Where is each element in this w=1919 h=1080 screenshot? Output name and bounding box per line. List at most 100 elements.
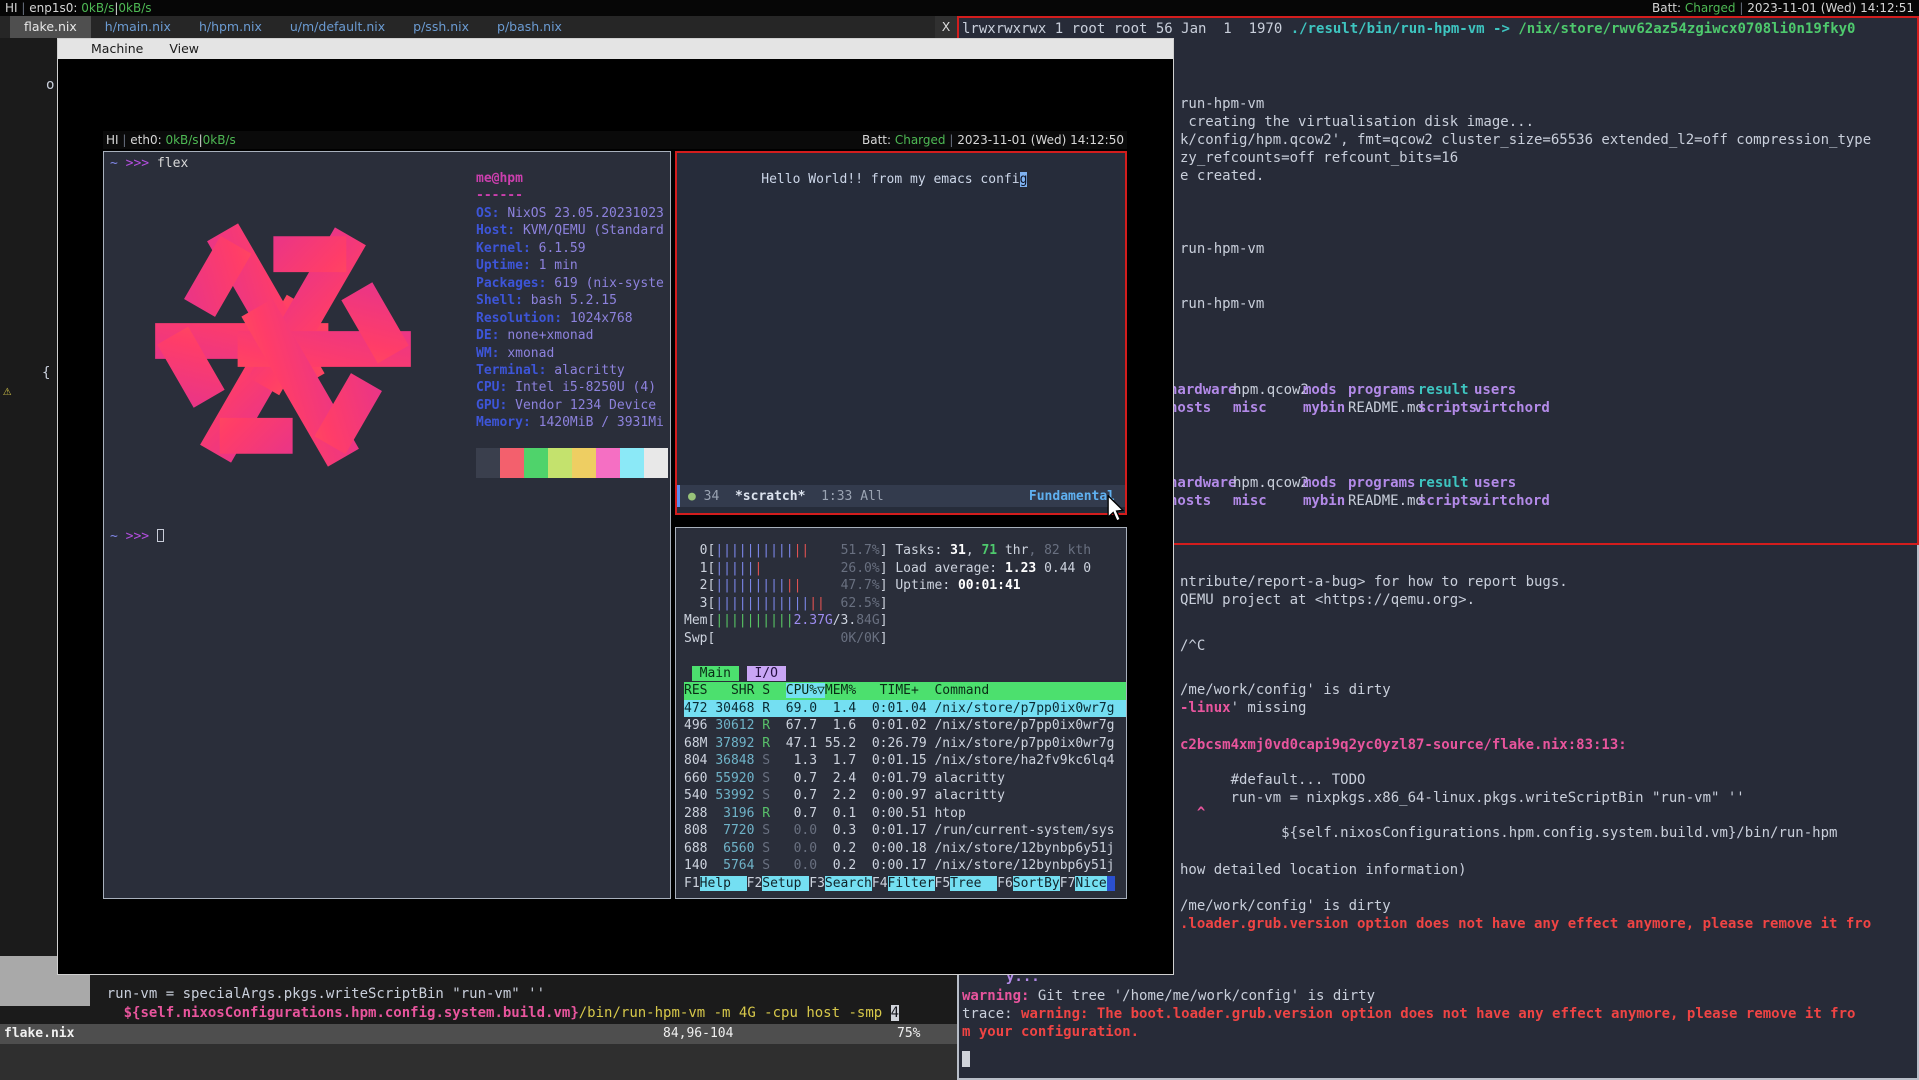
menu-item-view[interactable]: View xyxy=(169,39,199,59)
text-span: 4 xyxy=(891,1005,899,1021)
text-span: enp1s0: xyxy=(29,1,81,15)
text-span: |||||||||| xyxy=(715,613,793,628)
text-span: || xyxy=(786,578,802,593)
text-span xyxy=(73,1005,124,1021)
text-span xyxy=(801,578,840,593)
neofetch-line: Memory: 1420MiB / 3931Mi xyxy=(476,414,664,431)
text-span: R xyxy=(762,701,770,716)
menu-item-machine[interactable]: Machine xyxy=(91,39,143,59)
text-span: F3 xyxy=(809,876,825,891)
process-row[interactable]: 540 53992 S 0.7 2.2 0:00.97 alacritty xyxy=(684,787,1126,805)
text-span: 2023-11-01 (Wed) 14:12:51 xyxy=(1747,1,1914,15)
palette-swatch xyxy=(596,463,620,478)
process-row[interactable]: 288 3196 R 0.7 0.1 0:00.51 htop xyxy=(684,805,1126,823)
text-line xyxy=(684,647,1126,665)
text-span: ] xyxy=(880,543,896,558)
text-span: ||||| xyxy=(715,561,754,576)
emacs-window[interactable]: Hello World!! from my emacs config ● 34 … xyxy=(675,151,1127,515)
text-span xyxy=(739,666,747,681)
tab-p-ssh-nix[interactable]: p/ssh.nix xyxy=(399,16,483,38)
text-span: misc xyxy=(1233,493,1267,509)
text-line: hpm.qcow2 xyxy=(1233,474,1309,492)
text-span: programs xyxy=(1348,475,1415,491)
text-span: , xyxy=(966,543,982,558)
neofetch-line: ------ xyxy=(476,187,664,204)
text-span: |||||||||| xyxy=(715,543,793,558)
neofetch-line: Uptime: 1 min xyxy=(476,257,664,274)
process-row[interactable]: 808 7720 S 0.0 0.3 0:01.17 /run/current-… xyxy=(684,822,1126,840)
text-span: me@hpm xyxy=(476,171,523,186)
text-span: Batt: xyxy=(1652,1,1685,15)
text-span: Kernel: xyxy=(476,241,531,256)
text-span: run-vm = nixpkgs.x86_64-linux.pkgs.write… xyxy=(1180,790,1745,806)
text-span xyxy=(825,596,841,611)
htop-function-bar[interactable]: F1Help F2Setup F3SearchF4FilterF5Tree F6… xyxy=(684,875,1126,893)
text-span: 00:01:41 xyxy=(958,578,1021,593)
text-span: -> xyxy=(1485,21,1519,37)
desktop: HI | enp1s0: 0kB/s|0kB/s Batt: Charged |… xyxy=(0,0,1919,1080)
text-line: run-vm = nixpkgs.x86_64-linux.pkgs.write… xyxy=(1180,789,1745,807)
palette-swatch xyxy=(476,448,500,463)
text-span: hosts xyxy=(1169,493,1211,509)
htop-tabs[interactable]: Main I/O xyxy=(684,665,1126,683)
text-span: 0.0 xyxy=(794,858,817,873)
process-row[interactable]: 660 55920 S 0.7 2.4 0:01.79 alacritty xyxy=(684,770,1126,788)
text-line: hosts xyxy=(1169,399,1211,417)
text-line: warning: Git tree '/home/me/work/config'… xyxy=(962,987,1375,1005)
tab-flake-nix[interactable]: flake.nix xyxy=(10,16,91,38)
shell-prompt: ~ >>> flex xyxy=(110,155,188,172)
process-row[interactable]: 472 30468 R 69.0 1.4 0:01.04 /nix/store/… xyxy=(684,700,1126,718)
text-span: thr xyxy=(997,543,1028,558)
text-span: || xyxy=(794,543,810,558)
process-row[interactable]: 140 5764 S 0.0 0.2 0:00.17 /nix/store/12… xyxy=(684,857,1126,875)
text-line: 2[||||||||||| 47.7%] Uptime: 00:01:41 xyxy=(684,577,1126,595)
text-span: /bin/run-hpm-vm -m 4G -cpu host -smp xyxy=(579,1005,891,1021)
text-line: run-vm = specialArgs.pkgs.writeScriptBin… xyxy=(73,985,545,1003)
text-span: ~ xyxy=(110,529,118,544)
process-row[interactable]: 688 6560 S 0.0 0.2 0:00.18 /nix/store/12… xyxy=(684,840,1126,858)
modified-indicator-icon: ● xyxy=(688,489,696,504)
text-span: HI xyxy=(5,1,21,15)
emacs-modeline: ● 34 *scratch* 1:33 All Fundamental xyxy=(677,485,1125,507)
palette-swatch xyxy=(572,463,596,478)
tab-h-hpm-nix[interactable]: h/hpm.nix xyxy=(185,16,276,38)
text-span: 1.3 1.7 0:01.15 xyxy=(770,753,934,768)
text-span: /run/current-system/sys xyxy=(934,823,1114,838)
text-span: 808 xyxy=(684,823,715,838)
process-table-header[interactable]: RES SHR S CPU%▽MEM% TIME+ Command xyxy=(684,682,1126,700)
text-span: R xyxy=(762,736,770,751)
cursor-position: 84,96-104 xyxy=(663,1024,733,1044)
text-span xyxy=(809,543,840,558)
shell-prompt-empty: ~ >>> xyxy=(110,528,164,545)
text-span: 68M xyxy=(684,736,715,751)
text-span xyxy=(149,529,157,544)
tab-p-bash-nix[interactable]: p/bash.nix xyxy=(483,16,576,38)
vm-screen[interactable]: HI | eth0: 0kB/s|0kB/s Batt: Charged | 2… xyxy=(103,131,1127,899)
terminal-cursor xyxy=(157,529,164,542)
qemu-window[interactable]: Machine View HI | eth0: 0kB/s|0kB/s Batt… xyxy=(57,38,1174,975)
process-row[interactable]: 496 30612 R 67.7 1.6 0:01.02 /nix/store/… xyxy=(684,717,1126,735)
text-line: Swp[ 0K/0K] xyxy=(684,630,1126,648)
text-span: 30612 xyxy=(715,718,754,733)
qemu-menu-bar: Machine View xyxy=(58,39,1173,59)
neofetch-line: Kernel: 6.1.59 xyxy=(476,240,664,257)
text-span: how detailed location information) xyxy=(1180,862,1467,878)
htop-window[interactable]: 0[|||||||||||| 51.7%] Tasks: 31, 71 thr,… xyxy=(675,527,1127,899)
text-span: ~ xyxy=(110,156,118,171)
tab-u-m-default-nix[interactable]: u/m/default.nix xyxy=(276,16,399,38)
terminal-window[interactable]: ~ >>> flex xyxy=(103,151,671,899)
text-span: 2.37G xyxy=(794,613,833,628)
process-row[interactable]: 804 36848 S 1.3 1.7 0:01.15 /nix/store/h… xyxy=(684,752,1126,770)
text-line: k/config/hpm.qcow2', fmt=qcow2 cluster_s… xyxy=(1180,131,1871,149)
tab-close-button[interactable]: X xyxy=(935,16,957,38)
text-span: 0.7 0.1 0:00.51 xyxy=(770,806,934,821)
text-line: scripts xyxy=(1418,492,1477,510)
text-span: /nix/store/12bynbp6y51j xyxy=(934,858,1114,873)
text-span: | xyxy=(946,133,958,147)
text-span: F2 xyxy=(747,876,763,891)
text-span xyxy=(118,529,126,544)
palette-row xyxy=(476,463,676,478)
text-span: 31 xyxy=(950,543,966,558)
tab-h-main-nix[interactable]: h/main.nix xyxy=(91,16,185,38)
process-row[interactable]: 68M 37892 R 47.1 55.2 0:26.79 /nix/store… xyxy=(684,735,1126,753)
